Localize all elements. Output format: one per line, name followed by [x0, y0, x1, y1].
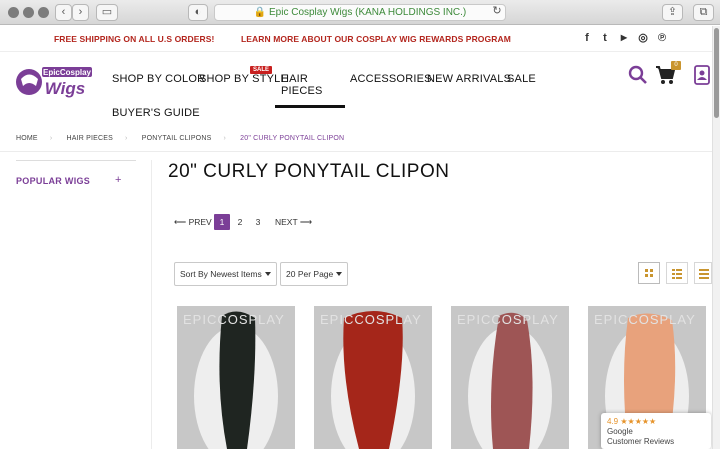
product-image — [468, 312, 552, 449]
rewards-link[interactable]: LEARN MORE ABOUT OUR COSPLAY WIG REWARDS… — [241, 34, 511, 44]
page-title: 20" CURLY PONYTAIL CLIPON — [168, 161, 450, 182]
pinterest-icon[interactable]: ℗ — [655, 31, 669, 45]
breadcrumb-current: 20" CURLY PONYTAIL CLIPON — [240, 135, 345, 142]
privacy-shield-button[interactable]: ◐ — [188, 4, 208, 21]
caret-down-icon — [336, 272, 342, 276]
breadcrumb-home[interactable]: HOME — [16, 135, 38, 142]
stars-icon: ★★★★★ — [620, 417, 657, 426]
svg-text:Wigs: Wigs — [45, 79, 85, 98]
next-label: NEXT — [275, 217, 298, 227]
youtube-icon[interactable]: ▶ — [617, 31, 631, 45]
watermark: EPICCOSPLAY — [183, 312, 285, 327]
browser-toolbar: ‹ › ▭ ◐ 🔒 Epic Cosplay Wigs (KANA HOLDIN… — [0, 0, 720, 25]
list-view-button[interactable] — [694, 262, 712, 284]
product-image — [194, 311, 278, 449]
twitter-icon[interactable]: t — [598, 31, 612, 45]
breadcrumb: HOME › HAIR PIECES › PONYTAIL CLIPONS › 20"… — [16, 135, 356, 142]
watermark: EPICCOSPLAY — [594, 312, 696, 327]
sidebar-icon: ▭ — [101, 6, 113, 18]
google-reviews-badge[interactable]: 4.9 ★★★★★ Google Customer Reviews — [601, 413, 711, 449]
breadcrumb-separator: › — [223, 135, 226, 142]
per-page-value: 20 Per Page — [286, 269, 334, 279]
arrow-left-icon: ⟵ — [174, 217, 189, 227]
breadcrumb-separator: › — [125, 135, 128, 142]
free-shipping-link[interactable]: FREE SHIPPING ON ALL U.S ORDERS! — [54, 34, 214, 44]
breadcrumb-separator: › — [49, 135, 53, 142]
site-logo[interactable]: EpicCosplay Wigs — [15, 64, 93, 98]
divider — [0, 151, 712, 152]
lock-icon: 🔒 — [253, 7, 267, 18]
review-label: Customer Reviews — [607, 437, 675, 446]
chevron-right-icon: › — [78, 6, 83, 18]
next-link[interactable]: NEXT ⟶ — [275, 214, 312, 230]
share-button[interactable]: ⇪ — [662, 4, 683, 21]
instagram-icon[interactable]: ◎ — [636, 31, 650, 45]
grid-view-button[interactable] — [638, 262, 660, 284]
minimize-window-button[interactable] — [23, 7, 34, 18]
page-2[interactable]: 2 — [232, 214, 248, 230]
shield-icon: ◐ — [194, 6, 202, 18]
product-image — [331, 311, 415, 449]
caret-down-icon — [265, 272, 271, 276]
watermark: EPICCOSPLAY — [457, 312, 559, 327]
product-card[interactable]: EPICCOSPLAY — [451, 306, 569, 449]
facebook-icon[interactable]: f — [580, 31, 594, 45]
promo-bar: FREE SHIPPING ON ALL U.S ORDERS! LEARN M… — [0, 26, 712, 52]
breadcrumb-ponytail-clipons[interactable]: PONYTAIL CLIPONS — [142, 135, 212, 142]
grid-icon — [645, 269, 653, 277]
reload-icon[interactable]: ↻ — [490, 4, 504, 21]
list-grid-icon — [672, 269, 682, 279]
column-divider — [151, 160, 152, 449]
svg-text:EpicCosplay: EpicCosplay — [43, 68, 92, 77]
product-card[interactable]: EPICCOSPLAY — [177, 306, 295, 449]
tabs-icon: ⧉ — [699, 6, 708, 18]
nav-hair-pieces[interactable]: HAIR PIECES — [275, 73, 345, 108]
compact-view-button[interactable] — [666, 262, 688, 284]
product-card[interactable]: EPICCOSPLAY — [314, 306, 432, 449]
tabs-button[interactable]: ⧉ — [693, 4, 714, 21]
zoom-window-button[interactable] — [38, 7, 49, 18]
forward-button[interactable]: › — [72, 4, 89, 21]
sale-badge: SALE — [250, 66, 273, 74]
logo-graphic: EpicCosplay Wigs — [16, 67, 92, 98]
popular-wigs-label[interactable]: POPULAR WIGS — [16, 176, 90, 186]
cart-count-badge: 0 — [671, 61, 681, 70]
prev-label: PREV — [188, 217, 212, 227]
nav-accessories[interactable]: ACCESSORIES — [350, 73, 432, 85]
address-text: Epic Cosplay Wigs (KANA HOLDINGS INC.) — [268, 7, 467, 18]
close-window-button[interactable] — [8, 7, 19, 18]
review-rating: 4.9 — [607, 417, 619, 426]
scrollbar-thumb[interactable] — [714, 28, 719, 118]
nav-new-arrivals[interactable]: NEW ARRIVALS — [427, 73, 511, 85]
share-icon: ⇪ — [667, 6, 678, 18]
chevron-left-icon: ‹ — [61, 6, 66, 18]
sort-select[interactable]: Sort By Newest Items — [174, 262, 277, 286]
nav-sale[interactable]: SALE — [507, 73, 536, 85]
sort-value: Sort By Newest Items — [180, 269, 262, 279]
review-source: Google — [607, 427, 633, 436]
nav-buyers-guide[interactable]: BUYER'S GUIDE — [112, 107, 200, 119]
scrollbar[interactable] — [712, 26, 720, 449]
page-1[interactable]: 1 — [214, 214, 230, 230]
breadcrumb-hair-pieces[interactable]: HAIR PIECES — [67, 135, 114, 142]
search-icon[interactable] — [627, 64, 649, 86]
nav-shop-by-color[interactable]: SHOP BY COLOR — [112, 73, 205, 85]
sidebar-toggle-button[interactable]: ▭ — [96, 4, 118, 21]
expand-plus-icon[interactable]: + — [115, 174, 121, 186]
page-3[interactable]: 3 — [250, 214, 266, 230]
per-page-select[interactable]: 20 Per Page — [280, 262, 348, 286]
prev-link[interactable]: ⟵ PREV — [174, 214, 212, 230]
address-bar[interactable]: 🔒 Epic Cosplay Wigs (KANA HOLDINGS INC.) — [214, 4, 506, 21]
arrow-right-icon: ⟶ — [297, 217, 313, 227]
list-icon — [699, 269, 709, 279]
sidebar: POPULAR WIGS + — [16, 160, 136, 186]
watermark: EPICCOSPLAY — [320, 312, 422, 327]
back-button[interactable]: ‹ — [55, 4, 72, 21]
